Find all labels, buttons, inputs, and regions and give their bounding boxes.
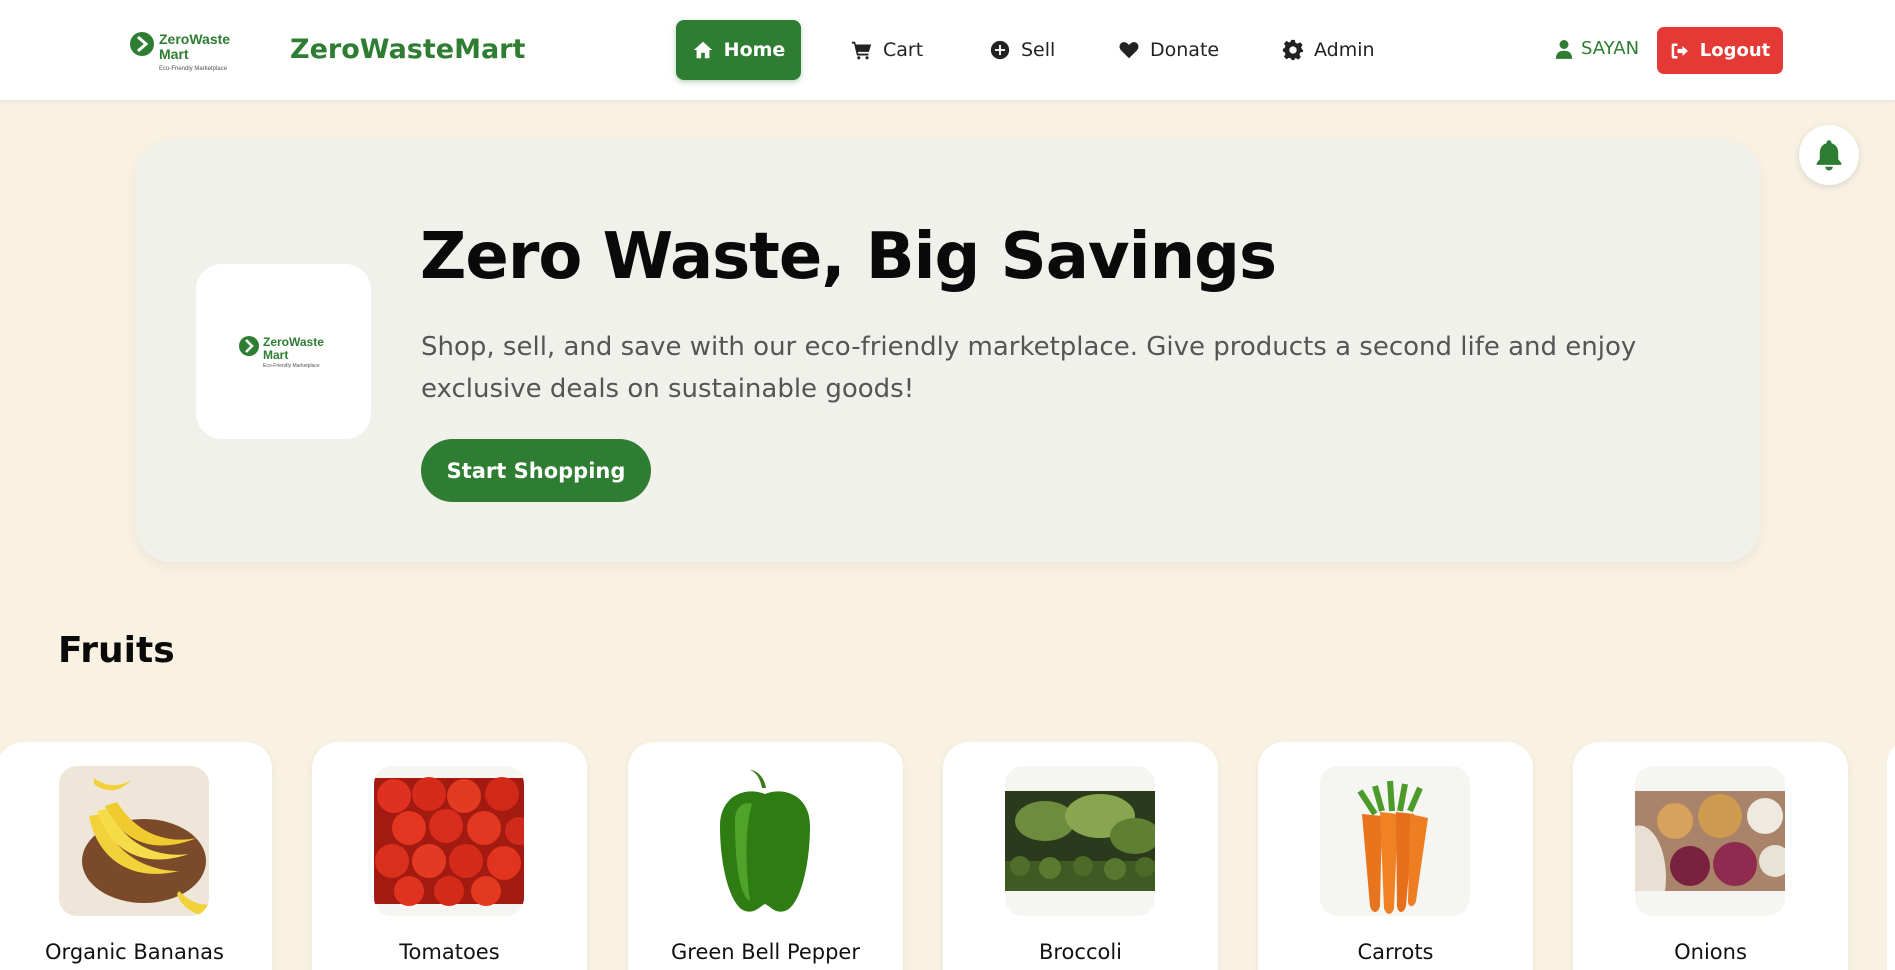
product-card[interactable]: Carrots xyxy=(1258,742,1533,970)
next-product-card[interactable] xyxy=(1887,742,1895,970)
nav-home-label: Home xyxy=(723,39,786,61)
svg-text:ZeroWaste: ZeroWaste xyxy=(159,31,230,47)
section-title: Fruits xyxy=(58,630,175,671)
nav-admin-label: Admin xyxy=(1314,39,1375,61)
logout-label: Logout xyxy=(1699,40,1771,61)
bell-icon xyxy=(1816,140,1842,171)
brand-name[interactable]: ZeroWasteMart xyxy=(290,34,525,65)
svg-text:Eco-Friendly Marketplace: Eco-Friendly Marketplace xyxy=(159,66,228,72)
nav-sell-button[interactable]: Sell xyxy=(989,20,1055,80)
product-name: Green Bell Pepper xyxy=(671,940,860,964)
svg-text:Mart: Mart xyxy=(159,46,189,62)
product-name: Organic Bananas xyxy=(45,940,224,964)
nav-donate-button[interactable]: Donate xyxy=(1118,20,1219,80)
user-icon xyxy=(1555,39,1573,59)
product-card[interactable]: Tomatoes xyxy=(312,742,587,970)
product-card[interactable]: Broccoli xyxy=(943,742,1218,970)
svg-text:Eco-Friendly Marketplace: Eco-Friendly Marketplace xyxy=(263,363,320,369)
nav-admin-button[interactable]: Admin xyxy=(1282,20,1375,80)
product-image-green-bell-pepper xyxy=(690,766,840,916)
user-name: SAYAN xyxy=(1581,38,1640,59)
product-image-carrots xyxy=(1320,766,1470,916)
product-name: Onions xyxy=(1674,940,1747,964)
product-card[interactable]: Organic Bananas xyxy=(0,742,272,970)
logout-icon xyxy=(1671,43,1688,58)
navbar: ZeroWaste Mart Eco-Friendly Marketplace … xyxy=(0,0,1895,100)
product-name: Tomatoes xyxy=(399,940,500,964)
hero-banner: ZeroWaste Mart Eco-Friendly Marketplace … xyxy=(136,140,1760,562)
notifications-button[interactable] xyxy=(1799,125,1859,185)
product-image-bananas xyxy=(59,766,209,916)
hero-logo: ZeroWaste Mart Eco-Friendly Marketplace xyxy=(196,264,371,439)
hero-title: Zero Waste, Big Savings xyxy=(420,220,1277,294)
product-card[interactable]: Green Bell Pepper xyxy=(628,742,903,970)
home-icon xyxy=(693,41,712,59)
product-name: Carrots xyxy=(1357,940,1434,964)
product-card[interactable]: Onions xyxy=(1573,742,1848,970)
nav-sell-label: Sell xyxy=(1021,39,1056,61)
product-name: Broccoli xyxy=(1038,940,1123,964)
svg-text:Mart: Mart xyxy=(263,348,288,362)
gear-icon xyxy=(1282,39,1304,61)
start-shopping-button[interactable]: Start Shopping xyxy=(421,439,651,502)
hero-subtitle: Shop, sell, and save with our eco-friend… xyxy=(421,332,1637,404)
product-image-broccoli xyxy=(1005,766,1155,916)
product-image-onions xyxy=(1635,766,1785,916)
product-image-tomatoes xyxy=(374,766,524,916)
plus-circle-icon xyxy=(990,40,1010,60)
nav-home-button[interactable]: Home xyxy=(676,20,801,80)
svg-text:ZeroWaste: ZeroWaste xyxy=(263,335,324,349)
logout-button[interactable]: Logout xyxy=(1657,27,1783,74)
nav-cart-label: Cart xyxy=(883,39,924,61)
nav-cart-button[interactable]: Cart xyxy=(851,20,923,80)
nav-donate-label: Donate xyxy=(1150,39,1220,61)
cart-icon xyxy=(851,41,872,60)
site-logo[interactable]: ZeroWaste Mart Eco-Friendly Marketplace xyxy=(130,30,240,72)
user-profile[interactable]: SAYAN xyxy=(1555,38,1639,59)
heart-icon xyxy=(1119,42,1139,59)
